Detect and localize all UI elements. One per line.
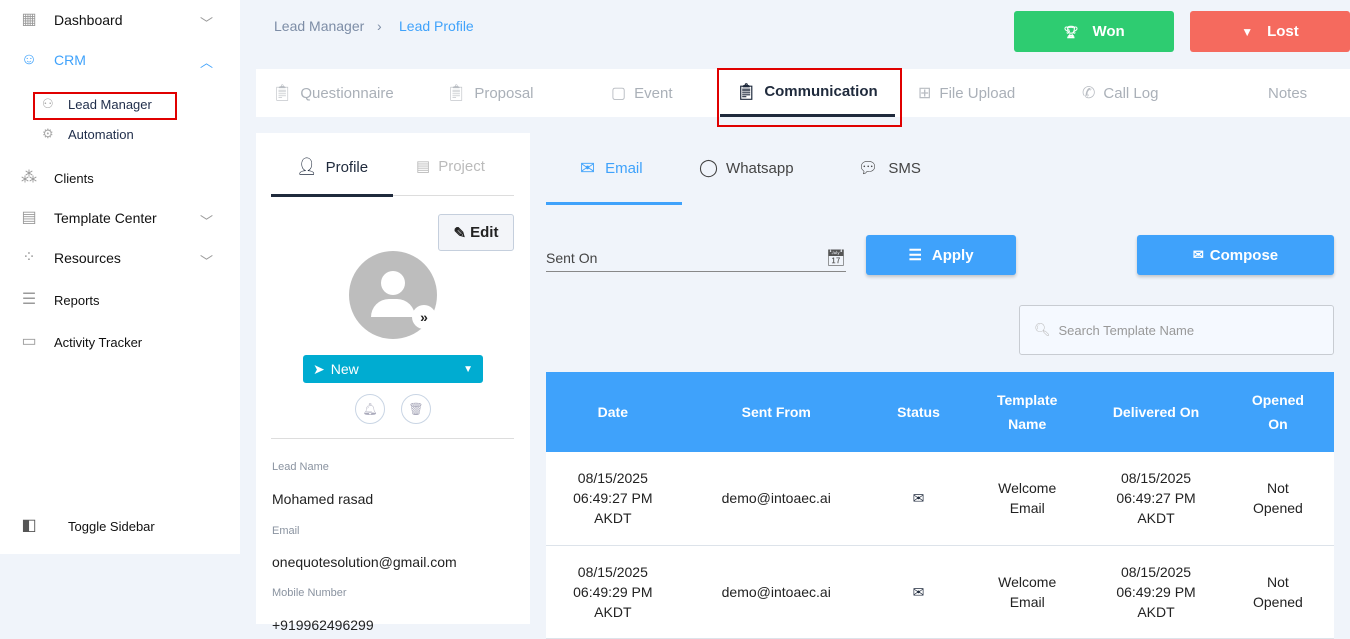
dashboard-icon: ▦ <box>21 11 37 28</box>
tab-file-upload[interactable]: ⊞ File Upload <box>918 69 1015 117</box>
calendar-icon[interactable]: 📅︎ <box>826 248 846 268</box>
sliders-icon: ☰ <box>908 247 922 264</box>
channel-email[interactable]: ✉ Email <box>580 158 643 179</box>
tab-proposal[interactable]: 📋︎ Proposal <box>446 69 534 117</box>
edit-button[interactable]: ✎ Edit <box>438 214 514 251</box>
mail-icon: ✉ <box>580 158 596 178</box>
resources-icon: ⁘ <box>22 249 36 266</box>
table-row[interactable]: 08/15/2025 06:49:29 PM AKDT demo@intoaec… <box>546 545 1334 639</box>
trash-icon[interactable]: 🗑︎ <box>401 394 431 424</box>
channel-sms[interactable]: 💬︎ SMS <box>858 158 921 178</box>
double-chevron-right-icon[interactable]: » <box>412 305 436 329</box>
mail-status-icon: ✉ <box>872 545 965 639</box>
status-dropdown[interactable]: ➤ New ▼ <box>303 355 483 383</box>
email-value: onequotesolution@gmail.com <box>272 554 457 570</box>
email-label: Email <box>272 525 300 537</box>
sidebar-item-lead-manager[interactable]: ⚇ Lead Manager <box>42 96 152 112</box>
trophy-icon: 🏆︎ <box>1063 24 1079 39</box>
lead-name-value: Mohamed rasad <box>272 491 374 507</box>
chevron-down-icon[interactable]: ﹀ <box>200 211 213 230</box>
breadcrumb-separator-icon: › <box>377 18 382 34</box>
mobile-label: Mobile Number <box>272 587 347 599</box>
col-opened-on[interactable]: Opened On <box>1221 372 1334 452</box>
col-template-name[interactable]: Template Name <box>964 372 1091 452</box>
sidebar-item-reports[interactable]: ☰ Reports <box>20 291 100 309</box>
breadcrumb-current: Lead Profile <box>399 18 474 34</box>
email-log-table: Date Sent From Status Template Name Deli… <box>546 372 1334 639</box>
mobile-value: +919962496299 <box>272 617 374 633</box>
col-sent-from[interactable]: Sent From <box>679 372 873 452</box>
layout-icon: ◧ <box>21 517 37 534</box>
lead-name-label: Lead Name <box>272 461 329 473</box>
sidebar-item-template-center[interactable]: ▤ Template Center <box>20 209 156 227</box>
tab-event[interactable]: ▢ Event <box>611 69 672 117</box>
tag-icon: ➤ <box>313 360 325 377</box>
apply-button[interactable]: ☰ Apply <box>866 235 1016 275</box>
chevron-up-icon[interactable]: ︿ <box>200 52 213 71</box>
reports-icon: ☰ <box>21 291 37 308</box>
clients-icon: ⁂ <box>21 169 37 186</box>
lead-manager-icon: ⚇ <box>42 96 54 111</box>
tab-notes[interactable]: Notes <box>1268 69 1307 117</box>
sidebar: ▦ Dashboard ﹀ ☺ CRM ︿ ⚇ Lead Manager ⚙ Autom… <box>0 0 240 554</box>
sent-on-date-field[interactable]: Sent On 📅︎ <box>546 244 846 272</box>
crm-icon: ☺ <box>20 51 38 68</box>
phone-icon: ✆ <box>1082 85 1096 102</box>
automation-icon: ⚙ <box>42 126 54 141</box>
sidebar-item-activity-tracker[interactable]: ▭ Activity Tracker <box>20 333 142 351</box>
active-tab-indicator <box>271 194 393 197</box>
col-status[interactable]: Status <box>872 372 965 452</box>
calendar-icon: ▢ <box>611 85 627 102</box>
col-date[interactable]: Date <box>546 372 680 452</box>
thumbs-down-icon: ▼ <box>1241 24 1254 39</box>
snooze-bell-icon[interactable]: 🔔︎ <box>355 394 385 424</box>
compose-mail-icon: ✉ <box>1192 247 1204 262</box>
tab-questionnaire[interactable]: 📋︎ Questionnaire <box>272 69 394 117</box>
breadcrumb-parent[interactable]: Lead Manager <box>274 18 364 34</box>
chevron-down-icon[interactable]: ﹀ <box>200 13 213 32</box>
user-icon: 👤︎ <box>296 157 318 176</box>
pencil-icon: ✎ <box>453 224 467 242</box>
toggle-sidebar-button[interactable]: ◧ Toggle Sidebar <box>20 517 154 535</box>
chevron-down-icon[interactable]: ﹀ <box>200 251 213 270</box>
mail-status-icon: ✉ <box>872 452 965 546</box>
plus-square-icon: ⊞ <box>918 85 932 102</box>
sidebar-item-automation[interactable]: ⚙ Automation <box>42 126 134 142</box>
profile-panel: 👤︎ Profile ▤ Project ✎ Edit » ➤ New ▼ 🔔︎ 🗑︎ L… <box>256 133 530 633</box>
sidebar-item-clients[interactable]: ⁂ Clients <box>20 169 94 187</box>
sidebar-item-dashboard[interactable]: ▦ Dashboard <box>20 11 122 29</box>
whatsapp-icon: ◯ <box>699 158 719 177</box>
search-icon: 🔍︎ <box>1034 322 1051 337</box>
tab-call-log[interactable]: ✆ Call Log <box>1082 69 1158 117</box>
tab-profile[interactable]: 👤︎ Profile <box>296 157 368 177</box>
active-channel-indicator <box>546 202 682 205</box>
template-icon: ▤ <box>21 209 37 226</box>
sidebar-item-resources[interactable]: ⁘ Resources <box>20 249 121 267</box>
sms-icon: 💬︎ <box>858 160 879 177</box>
table-row[interactable]: 08/15/2025 06:49:27 PM AKDT demo@intoaec… <box>546 452 1334 546</box>
col-delivered-on[interactable]: Delivered On <box>1090 372 1222 452</box>
project-icon: ▤ <box>416 158 431 175</box>
channel-whatsapp[interactable]: ◯ Whatsapp <box>699 158 794 178</box>
highlight-box <box>717 68 902 127</box>
search-template-input[interactable]: 🔍︎ Search Template Name <box>1019 305 1334 355</box>
caret-down-icon: ▼ <box>463 363 473 375</box>
won-button[interactable]: 🏆︎ Won <box>1014 11 1174 52</box>
sidebar-item-crm[interactable]: ☺ CRM <box>20 51 86 69</box>
compose-button[interactable]: ✉ Compose <box>1137 235 1334 275</box>
monitor-icon: ▭ <box>21 333 37 350</box>
clipboard-icon: 📋︎ <box>446 85 467 102</box>
clipboard-icon: 📋︎ <box>272 85 293 102</box>
tab-project[interactable]: ▤ Project <box>416 157 485 176</box>
lost-button[interactable]: ▼ Lost <box>1190 11 1350 52</box>
